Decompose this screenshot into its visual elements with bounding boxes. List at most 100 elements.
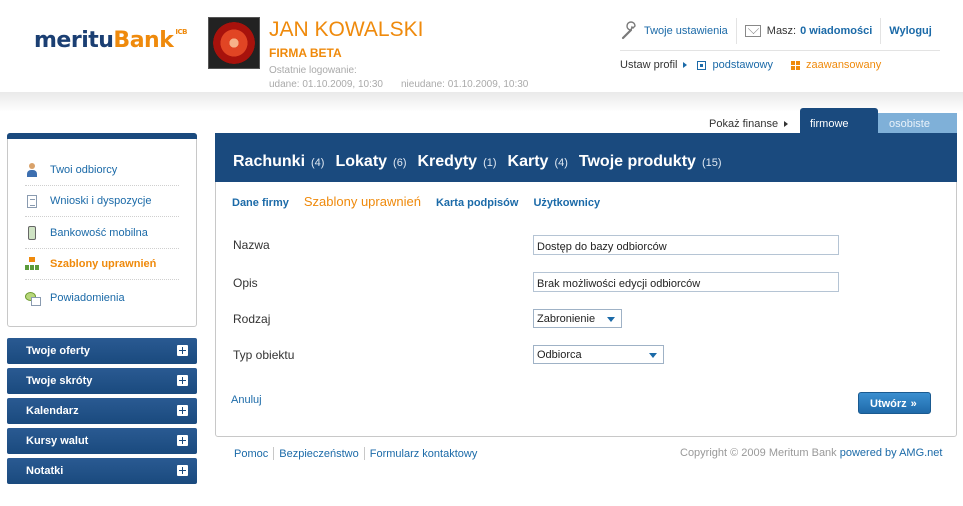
tab-personal-finance[interactable]: osobiste [878,113,957,133]
tab-company-data[interactable]: Dane firmy [232,197,289,209]
sidebar-item-label: Szablony uprawnień [50,258,157,270]
sidebar-item-label: Powiadomienia [50,291,125,304]
company-name: FIRMA BETA [269,46,342,60]
accordion-exchange-rates[interactable]: Kursy walut [7,428,197,454]
product-nav: Rachunki (4) Lokaty (6) Kredyty (1) Kart… [233,153,733,171]
last-login-values: udane: 01.10.2009, 10:30 nieudane: 01.10.… [269,79,528,90]
wrench-icon [621,21,636,40]
object-type-select-value: Odbiorca [537,349,582,361]
sidebar-topbar [7,133,197,139]
type-select[interactable]: Zabronienie [533,309,622,328]
name-input[interactable] [533,235,839,255]
description-input[interactable] [533,272,839,292]
divider [735,18,737,44]
description-label: Opis [233,276,258,290]
settings-link[interactable]: Twoje ustawienia [644,25,728,37]
plus-icon[interactable] [177,405,188,416]
advanced-profile-icon [791,60,801,70]
nav-accounts[interactable]: Rachunki (4) [233,153,324,171]
tab-signature-card[interactable]: Karta podpisów [436,197,519,209]
footer-security-link[interactable]: Bezpieczeństwo [279,448,359,460]
login-failed: nieudane: 01.10.2009, 10:30 [401,79,529,90]
notification-icon [25,291,41,306]
user-name: JAN KOWALSKI [269,18,424,41]
mail-icon [744,25,761,37]
profile-basic-link[interactable]: podstawowy [712,59,773,71]
bank-logo[interactable]: merituBank ICB [34,28,187,53]
logo-text: meritu [34,28,114,53]
powered-by-link[interactable]: powered by AMG.net [840,447,943,459]
logo-mark: ICB [175,28,187,36]
avatar-flower-image [213,22,255,64]
accordion-shortcuts[interactable]: Twoje skróty [7,368,197,394]
sidebar-item-label: Bankowość mobilna [50,227,148,239]
plus-icon[interactable] [177,375,188,386]
divider [363,447,365,460]
logout-link[interactable]: Wyloguj [889,25,932,37]
create-button[interactable]: Utwórz» [858,392,931,414]
person-icon [25,163,39,177]
nav-count: (4) [554,157,568,169]
accordion-label: Twoje skróty [26,375,93,387]
nav-products[interactable]: Twoje produkty (15) [579,153,722,171]
nav-credits[interactable]: Kredyty (1) [418,153,497,171]
accordion-label: Twoje oferty [26,345,90,357]
footer-links: Pomoc Bezpieczeństwo Formularz kontaktow… [234,447,477,460]
footer-help-link[interactable]: Pomoc [234,448,268,460]
nav-label: Rachunki [233,153,306,170]
chevron-down-icon [607,317,615,322]
profile-label: Ustaw profil [620,59,678,71]
logo-bank-text: Bank [113,28,174,53]
nav-count: (4) [311,157,325,169]
plus-icon[interactable] [177,435,188,446]
nav-cards[interactable]: Karty (4) [508,153,568,171]
type-select-value: Zabronienie [537,313,596,325]
profile-switcher: Ustaw profil podstawowy zaawansowany [620,59,881,71]
document-icon [27,194,37,208]
sub-tabs: Dane firmy Szablony uprawnień Karta podp… [232,194,615,209]
top-links: Twoje ustawienia Masz: 0 wiadomości Wylo… [620,18,932,44]
footer-contact-link[interactable]: Formularz kontaktowy [370,448,478,460]
chevron-down-icon [649,353,657,358]
nav-label: Karty [507,153,549,170]
accordion-label: Notatki [26,465,64,477]
copyright: Copyright © 2009 Meritum Bank powered by… [680,447,942,459]
accordion-label: Kursy walut [26,435,89,447]
basic-profile-icon [697,60,707,70]
messages-prefix: Masz: [766,25,797,37]
sidebar-item-label: Twoi odbiorcy [50,164,118,176]
messages-link[interactable]: 0 wiadomości [800,25,872,37]
avatar [208,17,260,69]
object-type-select[interactable]: Odbiorca [533,345,664,364]
sidebar-item-permission-templates[interactable]: Szablony uprawnień [25,249,179,280]
plus-icon[interactable] [177,345,188,356]
divider [273,447,275,460]
sidebar-item-recipients[interactable]: Twoi odbiorcy [25,155,179,186]
nav-deposits[interactable]: Lokaty (6) [335,153,406,171]
nav-count: (1) [483,157,497,169]
triangle-right-icon [784,121,789,127]
accordion-offers[interactable]: Twoje oferty [7,338,197,364]
sidebar-item-notifications[interactable]: Powiadomienia [25,282,179,313]
finance-label: Pokaż finanse [709,118,789,130]
finance-label-text: Pokaż finanse [709,118,779,130]
cancel-link[interactable]: Anuluj [231,394,262,406]
tab-permission-templates[interactable]: Szablony uprawnień [304,194,421,209]
type-label: Rodzaj [233,312,271,326]
sidebar-item-requests[interactable]: Wnioski i dyspozycje [25,186,179,217]
sidebar-item-mobile-banking[interactable]: Bankowość mobilna [25,218,179,249]
tab-company-finance[interactable]: firmowe [800,108,878,133]
plus-icon[interactable] [177,465,188,476]
accordion-calendar[interactable]: Kalendarz [7,398,197,424]
accordion-label: Kalendarz [26,405,79,417]
profile-advanced-link[interactable]: zaawansowany [806,59,881,71]
create-button-label: Utwórz [870,398,907,410]
nav-count: (15) [701,157,722,169]
triangle-right-icon [683,62,688,68]
divider [880,18,882,44]
tab-users[interactable]: Użytkownicy [533,197,600,209]
nav-label: Kredyty [417,153,478,170]
top-links-divider [620,50,940,51]
nav-count: (6) [393,157,407,169]
accordion-notes[interactable]: Notatki [7,458,197,484]
